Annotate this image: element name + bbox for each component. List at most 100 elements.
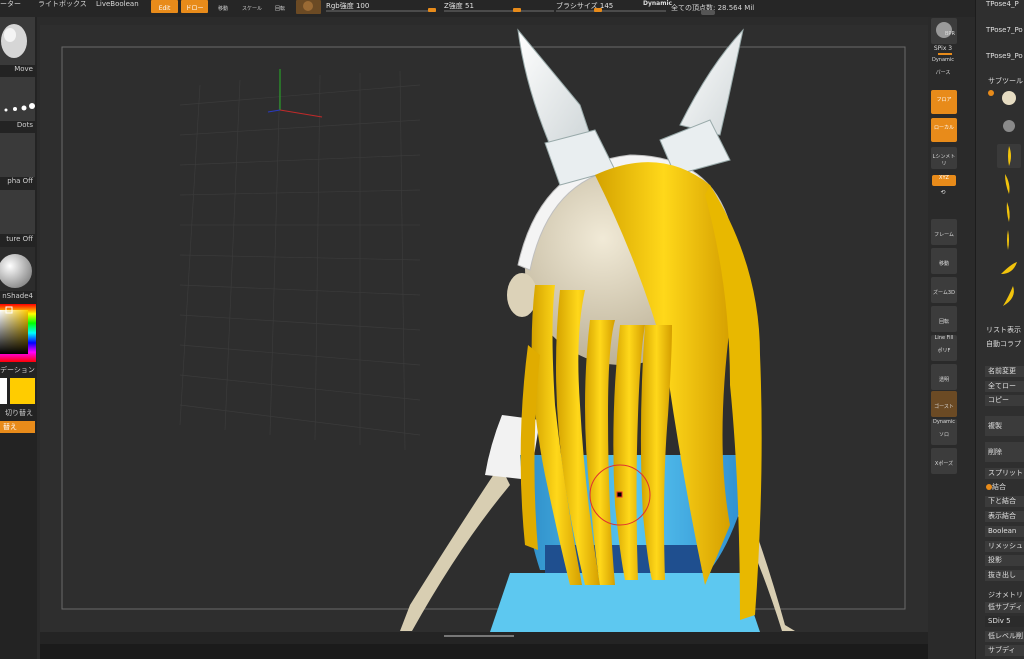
stroke-thumbnail[interactable] bbox=[0, 77, 35, 121]
canvas-viewport[interactable] bbox=[40, 25, 928, 632]
dynamic-switch[interactable] bbox=[701, 10, 715, 15]
remesh-button[interactable]: リメッシュ bbox=[985, 541, 1024, 552]
del-lower-button[interactable]: 低レベル削 bbox=[985, 631, 1024, 642]
rgb-intensity-slider[interactable] bbox=[326, 10, 436, 12]
rotate-tool-label: 回転 bbox=[274, 6, 285, 12]
mrgb-icon bbox=[303, 1, 313, 11]
subtool-hair6-thumb[interactable] bbox=[997, 284, 1021, 308]
subtool-hair2-thumb[interactable] bbox=[997, 172, 1021, 196]
dots-stroke-icon bbox=[4, 103, 35, 112]
move-tool-button[interactable]: 移動 bbox=[214, 0, 232, 14]
stroke-name: Dots bbox=[16, 121, 33, 129]
subtool-hair5-thumb[interactable] bbox=[997, 256, 1021, 280]
transparency-button[interactable]: 透明 bbox=[931, 364, 957, 390]
material-name: nShade4 bbox=[2, 292, 33, 300]
copy-button[interactable]: コピー bbox=[985, 395, 1024, 406]
subtool-hair4-thumb[interactable] bbox=[997, 228, 1021, 252]
draw-button[interactable]: ドロー bbox=[181, 0, 208, 13]
subdivide-button[interactable]: サブディ bbox=[985, 645, 1024, 656]
brush-size-knob[interactable] bbox=[594, 8, 602, 12]
tpose-item-3[interactable]: TPose9_Po bbox=[986, 52, 1023, 60]
zoom3d-button[interactable]: ズーム3D bbox=[931, 277, 957, 303]
subtool-hair1-thumb[interactable] bbox=[997, 144, 1021, 168]
bpr-button[interactable]: BPR bbox=[931, 18, 957, 44]
merge-button[interactable]: 結合 bbox=[992, 482, 1006, 492]
delete-button[interactable]: 削除 bbox=[985, 442, 1024, 462]
move-view-button[interactable]: 移動 bbox=[931, 248, 957, 274]
subtool-head-thumb[interactable] bbox=[997, 86, 1021, 110]
scale-tool-button[interactable]: スケール bbox=[240, 0, 264, 14]
main-color-swatch[interactable] bbox=[0, 378, 7, 404]
auto-collapse-button[interactable]: 自動コラプ bbox=[986, 339, 1021, 349]
subtool-sphere-thumb[interactable] bbox=[997, 114, 1021, 138]
subtool-header[interactable]: サブツール bbox=[988, 76, 1023, 86]
alpha-thumbnail[interactable] bbox=[0, 133, 35, 177]
frame-button[interactable]: フレーム bbox=[931, 219, 957, 245]
mrgb-button[interactable] bbox=[296, 0, 321, 14]
gradient-label: デーション bbox=[0, 366, 35, 374]
ghost-button[interactable]: ゴースト bbox=[931, 391, 957, 417]
color-picker[interactable] bbox=[0, 304, 36, 362]
brush-size-slider[interactable] bbox=[556, 10, 666, 12]
rotate-tool-button[interactable]: 回転 bbox=[271, 0, 289, 14]
floor-button[interactable]: フロア bbox=[931, 90, 957, 114]
draw-label: ドロー bbox=[185, 5, 204, 12]
tpose-item-2[interactable]: TPose7_Po bbox=[986, 26, 1023, 34]
rename-button[interactable]: 名前変更 bbox=[985, 366, 1024, 377]
projection-master-button[interactable]: ーター bbox=[0, 0, 21, 14]
perspective-button[interactable]: パース bbox=[928, 69, 958, 76]
lsym-label: Lシンメトリ bbox=[932, 154, 956, 167]
rotate-axis-icon[interactable]: ⟲ bbox=[928, 189, 958, 196]
z-intensity-slider[interactable] bbox=[444, 10, 554, 12]
project-button[interactable]: 投影 bbox=[985, 555, 1024, 566]
dynamic-toggle[interactable]: Dynamic bbox=[643, 0, 672, 7]
material-thumbnail[interactable] bbox=[0, 247, 35, 291]
z-intensity-knob[interactable] bbox=[513, 8, 521, 12]
left-arm bbox=[400, 465, 510, 631]
edit-button[interactable]: Edit bbox=[151, 0, 178, 13]
spix-slider[interactable] bbox=[938, 53, 952, 55]
tray-handle[interactable] bbox=[444, 635, 514, 639]
edit-label: Edit bbox=[158, 5, 171, 12]
all-low-button[interactable]: 全てロー bbox=[985, 381, 1024, 392]
brush-thumbnail[interactable] bbox=[0, 17, 35, 65]
rgb-intensity-knob[interactable] bbox=[428, 8, 436, 12]
lower-subdiv-button[interactable]: 低サブディ bbox=[985, 602, 1024, 613]
right-shelf: BPR SPix 3 Dynamic パース フロア ローカル Lシンメトリ X… bbox=[928, 17, 975, 659]
merge-visible-button[interactable]: 表示結合 bbox=[985, 511, 1024, 522]
hair-strand-icon bbox=[1003, 286, 1014, 306]
split-button[interactable]: スプリット bbox=[985, 468, 1024, 479]
merge-down-button[interactable]: 下と結合 bbox=[985, 496, 1024, 507]
move-tool-label: 移動 bbox=[217, 6, 228, 12]
linefill-button[interactable]: Line Fill ポリF bbox=[931, 335, 957, 361]
swap-color-button[interactable]: 替え bbox=[0, 421, 35, 433]
xpose-button[interactable]: Xポーズ bbox=[931, 448, 957, 474]
dynamic-persp-label: Dynamic bbox=[931, 57, 955, 63]
model-render bbox=[61, 28, 906, 632]
tpose-item-1[interactable]: TPose4_P bbox=[986, 0, 1019, 8]
geometry-header[interactable]: ジオメトリ bbox=[988, 590, 1023, 600]
duplicate-button[interactable]: 複製 bbox=[985, 416, 1024, 436]
local-button[interactable]: ローカル bbox=[931, 118, 957, 142]
solo-button[interactable]: Dynamic ソロ bbox=[931, 419, 957, 445]
polyf-label: ポリF bbox=[937, 348, 951, 354]
texture-thumbnail[interactable] bbox=[0, 190, 35, 234]
rotate-view-button[interactable]: 回転 bbox=[931, 306, 957, 332]
lsym-button[interactable]: Lシンメトリ bbox=[931, 147, 957, 169]
lightbox-button[interactable]: ライトボックス bbox=[38, 0, 87, 14]
hair-strand-icon bbox=[1008, 146, 1011, 166]
boolean-button[interactable]: Boolean bbox=[985, 526, 1024, 537]
xyz-button[interactable]: XYZ bbox=[932, 175, 956, 186]
ghost-label: ゴースト bbox=[934, 404, 954, 410]
bpr-label: BPR bbox=[945, 31, 955, 37]
liveboolean-button[interactable]: LiveBoolean bbox=[96, 0, 139, 14]
list-all-button[interactable]: リスト表示 bbox=[986, 325, 1021, 335]
sdiv-slider[interactable]: SDiv 5 bbox=[985, 616, 1024, 627]
switch-color-label: 切り替え bbox=[5, 409, 33, 417]
extract-button[interactable]: 抜き出し bbox=[985, 570, 1024, 581]
scale-tool-label: スケール bbox=[241, 6, 262, 12]
secondary-color-swatch[interactable] bbox=[10, 378, 35, 404]
zbrush-window: ーター ライトボックス LiveBoolean Edit ドロー 移動 スケール… bbox=[0, 0, 1024, 659]
subtool-hair3-thumb[interactable] bbox=[997, 200, 1021, 224]
color-picker-gradient bbox=[0, 304, 36, 362]
